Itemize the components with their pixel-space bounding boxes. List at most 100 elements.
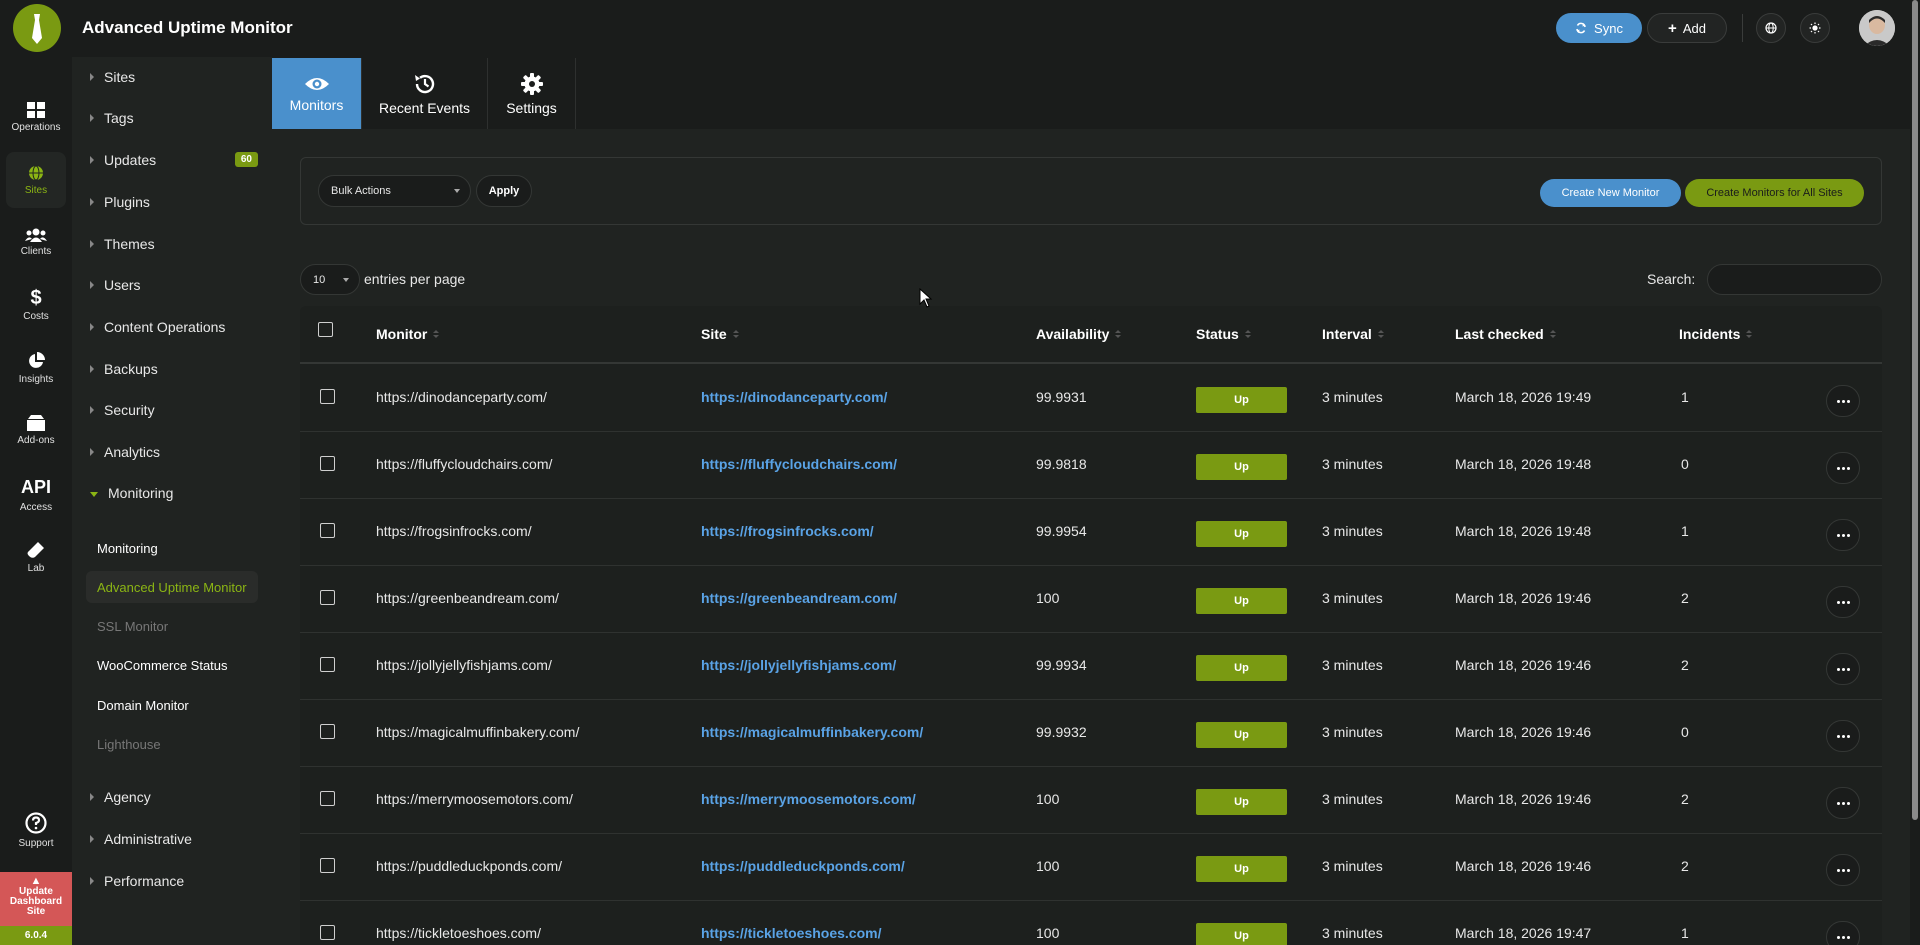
sidebar-item-tags[interactable]: Tags — [72, 103, 272, 133]
row-actions-button[interactable] — [1826, 653, 1860, 685]
theme-toggle-button[interactable] — [1800, 13, 1830, 43]
site-link[interactable]: https://tickletoeshoes.com/ — [701, 925, 881, 941]
row-checkbox[interactable] — [320, 590, 335, 605]
row-actions-button[interactable] — [1826, 519, 1860, 551]
create-monitors-all-sites-button[interactable]: Create Monitors for All Sites — [1685, 179, 1864, 207]
site-link[interactable]: https://puddleduckponds.com/ — [701, 858, 905, 874]
submenu-item-monitoring[interactable]: Monitoring — [86, 532, 258, 564]
sidebar-item-agency[interactable]: Agency — [72, 782, 272, 812]
apply-button[interactable]: Apply — [476, 175, 532, 207]
availability-value: 99.9931 — [1036, 389, 1087, 405]
row-actions-button[interactable] — [1826, 921, 1860, 945]
sidebar-item-sites[interactable]: Sites — [72, 62, 272, 92]
sidebar-item-label: Security — [104, 402, 155, 418]
sidebar-item-analytics[interactable]: Analytics — [72, 437, 272, 467]
sidebar-item-backups[interactable]: Backups — [72, 354, 272, 384]
language-button[interactable] — [1756, 13, 1786, 43]
tab-monitors[interactable]: Monitors — [272, 58, 362, 129]
tab-settings[interactable]: Settings — [488, 58, 576, 129]
column-header-site[interactable]: Site — [701, 326, 739, 342]
incidents-value: 1 — [1681, 925, 1689, 941]
submenu-item-lighthouse[interactable]: Lighthouse — [86, 728, 258, 760]
submenu-label: Monitoring — [97, 540, 158, 556]
icon-rail: Operations Sites Clients $ Costs Insight… — [0, 57, 72, 945]
row-checkbox[interactable] — [320, 791, 335, 806]
row-checkbox[interactable] — [320, 456, 335, 471]
page-scrollbar[interactable] — [1910, 0, 1920, 945]
sidebar-item-monitoring[interactable]: Monitoring — [72, 478, 272, 508]
bulk-actions-select[interactable]: Bulk Actions — [318, 175, 471, 207]
row-actions-button[interactable] — [1826, 854, 1860, 886]
incidents-value: 1 — [1681, 389, 1689, 405]
rail-lab[interactable]: Lab — [6, 529, 66, 585]
column-header-label: Status — [1196, 326, 1239, 342]
column-header-interval[interactable]: Interval — [1322, 326, 1384, 342]
status-badge: Up — [1196, 588, 1287, 614]
table-row: https://magicalmuffinbakery.com/https://… — [300, 700, 1882, 767]
row-checkbox[interactable] — [320, 724, 335, 739]
scrollbar-thumb[interactable] — [1912, 0, 1918, 820]
row-actions-button[interactable] — [1826, 720, 1860, 752]
app-logo[interactable] — [13, 4, 61, 52]
sync-button[interactable]: Sync — [1556, 13, 1642, 43]
interval-value: 3 minutes — [1322, 590, 1383, 606]
submenu-label: Advanced Uptime Monitor — [97, 579, 247, 595]
rail-support[interactable]: Support — [6, 802, 66, 858]
row-actions-button[interactable] — [1826, 452, 1860, 484]
rail-sites[interactable]: Sites — [6, 152, 66, 208]
rail-costs[interactable]: $ Costs — [6, 277, 66, 333]
rail-insights[interactable]: Insights — [6, 340, 66, 396]
site-link[interactable]: https://dinodanceparty.com/ — [701, 389, 887, 405]
rail-addons[interactable]: Add-ons — [6, 402, 66, 458]
globe-icon — [29, 165, 43, 180]
rail-api-access[interactable]: API Access — [6, 467, 66, 523]
row-actions-button[interactable] — [1826, 586, 1860, 618]
search-input[interactable] — [1707, 264, 1882, 295]
column-header-incidents[interactable]: Incidents — [1679, 326, 1753, 342]
column-header-availability[interactable]: Availability — [1036, 326, 1122, 342]
sidebar-item-themes[interactable]: Themes — [72, 229, 272, 259]
create-new-monitor-button[interactable]: Create New Monitor — [1540, 179, 1681, 207]
submenu-item-domain-monitor[interactable]: Domain Monitor — [86, 689, 258, 721]
row-actions-button[interactable] — [1826, 385, 1860, 417]
incidents-value: 2 — [1681, 590, 1689, 606]
column-header-status[interactable]: Status — [1196, 326, 1251, 342]
sidebar-item-plugins[interactable]: Plugins — [72, 187, 272, 217]
site-link[interactable]: https://greenbeandream.com/ — [701, 590, 897, 606]
site-link[interactable]: https://frogsinfrocks.com/ — [701, 523, 874, 539]
user-avatar[interactable] — [1859, 10, 1895, 46]
site-link[interactable]: https://jollyjellyfishjams.com/ — [701, 657, 896, 673]
site-link[interactable]: https://fluffycloudchairs.com/ — [701, 456, 897, 472]
submenu-item-ssl-monitor[interactable]: SSL Monitor — [86, 610, 258, 642]
entries-per-page-select[interactable]: 10 — [300, 264, 360, 295]
column-header-label: Availability — [1036, 326, 1110, 342]
add-button[interactable]: + Add — [1647, 13, 1727, 43]
sidebar-item-performance[interactable]: Performance — [72, 866, 272, 896]
sidebar-item-content-operations[interactable]: Content Operations — [72, 312, 272, 342]
sidebar-item-updates[interactable]: Updates 60 — [72, 145, 272, 175]
sidebar-item-administrative[interactable]: Administrative — [72, 824, 272, 854]
row-checkbox[interactable] — [320, 925, 335, 940]
submenu-item-advanced-uptime-monitor[interactable]: Advanced Uptime Monitor — [86, 571, 258, 603]
column-header-last-checked[interactable]: Last checked — [1455, 326, 1556, 342]
more-icon — [1836, 466, 1850, 470]
site-link[interactable]: https://magicalmuffinbakery.com/ — [701, 724, 923, 740]
submenu-item-woocommerce-status[interactable]: WooCommerce Status — [86, 649, 258, 681]
row-checkbox[interactable] — [320, 858, 335, 873]
row-actions-button[interactable] — [1826, 787, 1860, 819]
caret-right-icon — [90, 240, 94, 248]
select-all-checkbox[interactable] — [318, 322, 333, 337]
row-checkbox[interactable] — [320, 657, 335, 672]
sync-label: Sync — [1594, 20, 1623, 36]
rail-clients[interactable]: Clients — [6, 214, 66, 270]
column-header-monitor[interactable]: Monitor — [376, 326, 440, 342]
monitor-url: https://fluffycloudchairs.com/ — [376, 456, 553, 472]
site-link[interactable]: https://merrymoosemotors.com/ — [701, 791, 916, 807]
sidebar-item-users[interactable]: Users — [72, 270, 272, 300]
tab-recent-events[interactable]: Recent Events — [362, 58, 488, 129]
row-checkbox[interactable] — [320, 523, 335, 538]
rail-operations[interactable]: Operations — [6, 89, 66, 145]
row-checkbox[interactable] — [320, 389, 335, 404]
sidebar-item-security[interactable]: Security — [72, 395, 272, 425]
update-dashboard-button[interactable]: ▲ Update Dashboard Site — [0, 872, 72, 926]
